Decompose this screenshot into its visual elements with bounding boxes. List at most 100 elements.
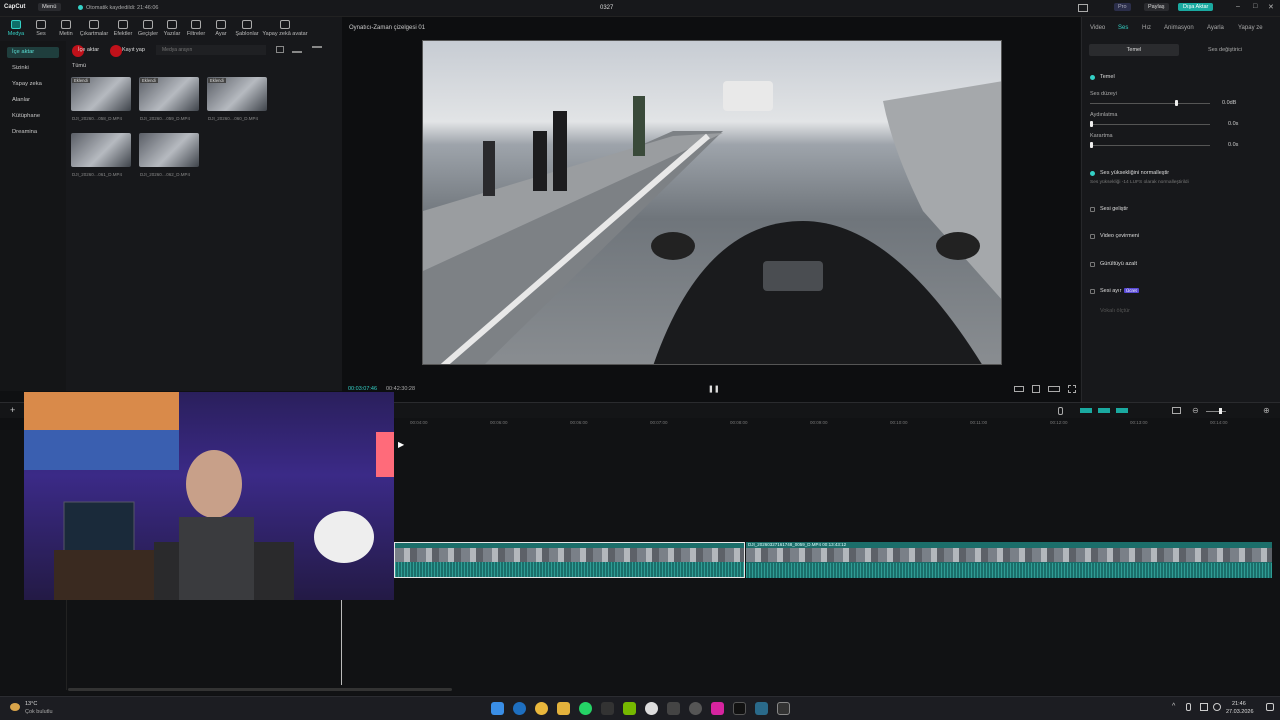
- nav-spaces[interactable]: Alanlar: [7, 95, 59, 106]
- video-clip-2[interactable]: DJI_20260327161748_0059_D.MP4 00:13:43:1…: [746, 542, 1272, 578]
- volume-knob[interactable]: [1175, 100, 1178, 106]
- capcut-icon[interactable]: [601, 702, 614, 715]
- import-button[interactable]: İçe aktar: [74, 46, 103, 54]
- all-filter[interactable]: Tümü: [72, 63, 86, 69]
- timeline-ruler[interactable]: 00:04:00 00:06:00 00:06:00 00:07:00 00:0…: [395, 418, 1280, 430]
- app-icon[interactable]: [645, 702, 658, 715]
- fadein-slider[interactable]: [1090, 124, 1210, 125]
- pro-button[interactable]: Pro: [1114, 3, 1131, 11]
- grid-view-icon[interactable]: [276, 46, 284, 53]
- basic-toggle[interactable]: [1090, 75, 1095, 80]
- media-thumb-4[interactable]: [71, 133, 131, 167]
- layout-icon[interactable]: [1078, 4, 1088, 12]
- tool-templates[interactable]: Şablonlar: [234, 19, 260, 41]
- tool-captions[interactable]: Yazılar: [161, 19, 183, 41]
- export-button[interactable]: Dışa Aktar: [1178, 3, 1214, 11]
- explorer-icon[interactable]: [557, 702, 570, 715]
- video-clip-1[interactable]: [394, 542, 745, 578]
- volume-value[interactable]: 0.0dB: [1222, 100, 1236, 106]
- playhead[interactable]: [341, 600, 342, 685]
- tool-stickers[interactable]: Çıkartmalar: [79, 19, 109, 41]
- fadeout-knob[interactable]: [1090, 142, 1093, 148]
- magnet-icon[interactable]: [1098, 408, 1110, 413]
- nav-dreamina[interactable]: Dreamina: [7, 127, 59, 138]
- network-icon[interactable]: [1200, 703, 1208, 711]
- tool-ai-avatar[interactable]: Yapay zekâ avatar: [262, 19, 308, 41]
- snap-icon[interactable]: [1116, 408, 1128, 413]
- tray-chevron-icon[interactable]: ^: [1172, 703, 1175, 710]
- edge-icon[interactable]: [513, 702, 526, 715]
- fadein-knob[interactable]: [1090, 121, 1093, 127]
- maximize-icon[interactable]: □: [1253, 3, 1257, 10]
- timeline-scrollbar[interactable]: [68, 688, 452, 691]
- tab-adjust[interactable]: Ayarla: [1207, 25, 1224, 31]
- normalize-toggle[interactable]: [1090, 171, 1095, 176]
- share-button[interactable]: Paylaş: [1144, 3, 1169, 11]
- tool-effects[interactable]: Efektler: [111, 19, 135, 41]
- filter-icon[interactable]: [312, 46, 322, 53]
- fullscreen-icon[interactable]: [1068, 385, 1076, 393]
- nav-ai[interactable]: Yapay zeka: [7, 79, 59, 90]
- media-thumb-3[interactable]: Eklendi: [207, 77, 267, 111]
- noise-checkbox[interactable]: [1090, 262, 1095, 267]
- media-thumb-2[interactable]: Eklendi: [139, 77, 199, 111]
- tool-adjust[interactable]: Ayar: [210, 19, 232, 41]
- instagram-icon[interactable]: [711, 702, 724, 715]
- nvidia-icon[interactable]: [623, 702, 636, 715]
- pause-icon[interactable]: ❚❚: [708, 385, 720, 393]
- link-icon[interactable]: [1080, 408, 1092, 413]
- zoom-out-icon[interactable]: ⊖: [1192, 406, 1199, 415]
- notification-icon[interactable]: [1266, 703, 1274, 711]
- capcut-active-icon[interactable]: [777, 702, 790, 715]
- media-thumb-5[interactable]: [139, 133, 199, 167]
- media-search-input[interactable]: [156, 45, 266, 55]
- ratio-icon[interactable]: [1014, 386, 1024, 392]
- crop-icon[interactable]: [1032, 385, 1040, 393]
- tool-filters[interactable]: Filtreler: [184, 19, 208, 41]
- app3-icon[interactable]: [689, 702, 702, 715]
- tiktok-icon[interactable]: [733, 702, 746, 715]
- tab-animation[interactable]: Animasyon: [1164, 25, 1194, 31]
- volume-icon[interactable]: [1213, 703, 1221, 711]
- minimize-icon[interactable]: –: [1236, 3, 1240, 10]
- subtab-basic[interactable]: Temel: [1089, 44, 1179, 56]
- tab-ai[interactable]: Yapay ze: [1238, 25, 1263, 31]
- zoom-in-icon[interactable]: ⊕: [1263, 406, 1270, 415]
- chrome-icon[interactable]: [535, 702, 548, 715]
- fadeout-value[interactable]: 0.0s: [1228, 142, 1238, 148]
- app2-icon[interactable]: [667, 702, 680, 715]
- app4-icon[interactable]: [755, 702, 768, 715]
- add-track-icon[interactable]: +: [10, 405, 15, 415]
- tool-transitions[interactable]: Geçişler: [136, 19, 160, 41]
- volume-slider[interactable]: [1090, 103, 1210, 104]
- zoom-slider[interactable]: [1206, 411, 1226, 412]
- clock-time[interactable]: 21:46: [1232, 701, 1246, 707]
- menu-button[interactable]: Menü: [38, 3, 61, 11]
- fadeout-slider[interactable]: [1090, 145, 1210, 146]
- tab-video[interactable]: Video: [1090, 25, 1105, 31]
- video-preview[interactable]: [422, 40, 1002, 365]
- close-icon[interactable]: ✕: [1268, 3, 1274, 11]
- tool-audio[interactable]: Ses: [31, 19, 51, 41]
- record-button[interactable]: Kayıt yap: [118, 46, 149, 54]
- fadein-value[interactable]: 0.0s: [1228, 121, 1238, 127]
- sort-icon[interactable]: [292, 46, 302, 53]
- enhance-checkbox[interactable]: [1090, 207, 1095, 212]
- subtab-voice-changer[interactable]: Ses değiştirici: [1180, 44, 1270, 56]
- v2t-checkbox[interactable]: [1090, 234, 1095, 239]
- mic-icon[interactable]: [1058, 407, 1063, 415]
- zoom-knob[interactable]: [1219, 408, 1222, 414]
- preview-icon[interactable]: [1172, 407, 1181, 414]
- nav-yours[interactable]: Sizinki: [7, 63, 59, 74]
- whatsapp-icon[interactable]: [579, 702, 592, 715]
- project-name[interactable]: 0327: [600, 5, 613, 11]
- tool-text[interactable]: Metin: [55, 19, 77, 41]
- tool-media[interactable]: Medya: [6, 19, 26, 41]
- nav-library[interactable]: Kütüphane: [7, 111, 59, 122]
- quality-icon[interactable]: [1048, 386, 1060, 392]
- start-icon[interactable]: [491, 702, 504, 715]
- nav-import[interactable]: İçe aktar: [7, 47, 59, 58]
- media-thumb-1[interactable]: Eklendi: [71, 77, 131, 111]
- tab-audio[interactable]: Ses: [1118, 25, 1128, 31]
- tray-mic-icon[interactable]: [1186, 703, 1191, 711]
